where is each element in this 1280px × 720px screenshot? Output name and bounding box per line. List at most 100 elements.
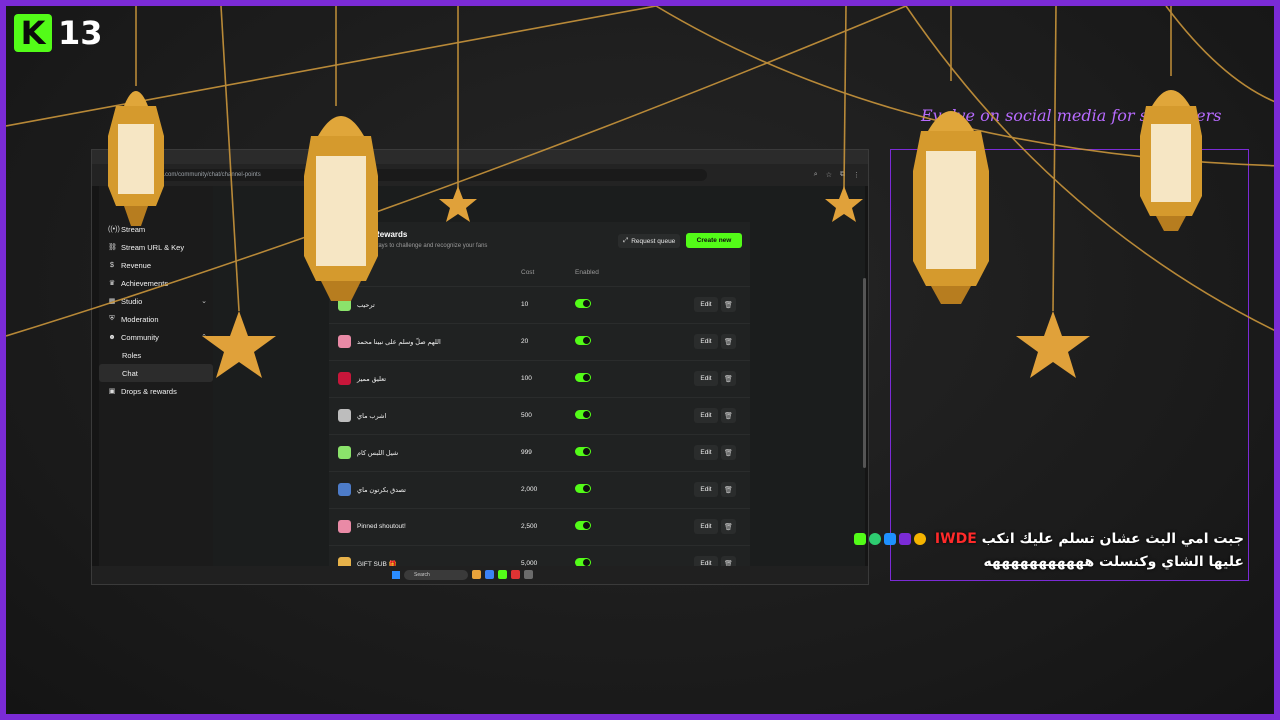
reward-icon bbox=[338, 409, 351, 422]
trash-icon[interactable]: 🗑 bbox=[721, 482, 736, 497]
sidebar-item-drops-rewards[interactable]: ▣ Drops & rewards bbox=[99, 382, 213, 400]
table-row: اللهم صلّ وسلم على نبينا محمد 20 Edit 🗑 bbox=[329, 323, 750, 361]
reward-icon bbox=[338, 335, 351, 348]
table-row: تعليق مميز 100 Edit 🗑 bbox=[329, 360, 750, 398]
app-icon[interactable] bbox=[472, 570, 481, 579]
alert-line-2: عليها الشاي وكنسلت هههههههههههه bbox=[983, 554, 1244, 570]
sidebar-item-studio[interactable]: ▦ Studio ⌄ bbox=[99, 292, 213, 310]
sidebar-item-moderation[interactable]: ⛨ Moderation bbox=[99, 310, 213, 328]
zoom-icon[interactable]: ⌕ bbox=[814, 171, 818, 179]
app-icon[interactable] bbox=[498, 570, 507, 579]
sidebar-item-label: Achievements bbox=[121, 278, 169, 288]
sidebar-item-stream-url-key[interactable]: ⛓ Stream URL & Key bbox=[99, 238, 213, 256]
enabled-toggle[interactable] bbox=[575, 447, 591, 456]
sidebar-item-chat[interactable]: Chat bbox=[99, 364, 213, 382]
hanging-string bbox=[655, 6, 1274, 167]
app-icon[interactable] bbox=[511, 570, 520, 579]
verified-badge-icon bbox=[869, 533, 882, 545]
users-icon: ☻ bbox=[108, 333, 116, 341]
sidebar-item-community[interactable]: ☻ Community ⌃ bbox=[99, 328, 213, 346]
kick-badge-icon bbox=[854, 533, 867, 545]
page-subtitle: ways to challenge and recognize your fan… bbox=[374, 243, 488, 249]
column-header-enabled: Enabled bbox=[575, 269, 599, 276]
request-queue-button[interactable]: ⤢ Request queue bbox=[618, 234, 681, 248]
sidebar-item-label: Stream URL & Key bbox=[121, 242, 185, 252]
badge-number: 13 bbox=[58, 14, 103, 52]
table-row: اشرب ماي 500 Edit 🗑 bbox=[329, 397, 750, 435]
reward-icon bbox=[338, 520, 351, 533]
chevron-down-icon: ⌄ bbox=[201, 298, 207, 305]
edit-button[interactable]: Edit bbox=[694, 482, 718, 497]
trash-icon[interactable]: 🗑 bbox=[721, 297, 736, 312]
browser-menu-icon[interactable]: ⋮ bbox=[853, 171, 860, 179]
reward-icon bbox=[338, 298, 351, 311]
edit-button[interactable]: Edit bbox=[694, 519, 718, 534]
scrollbar[interactable] bbox=[863, 278, 866, 468]
enabled-toggle[interactable] bbox=[575, 373, 591, 382]
trash-icon[interactable]: 🗑 bbox=[721, 408, 736, 423]
app-icon[interactable] bbox=[485, 570, 494, 579]
reward-cost: 999 bbox=[521, 449, 532, 456]
reward-name: Pinned shoutout! bbox=[357, 523, 406, 530]
user-badges bbox=[854, 533, 927, 545]
stream-overlay-frame: K 13 Evolve on social media for streamer… bbox=[0, 0, 1280, 720]
trash-icon[interactable]: 🗑 bbox=[721, 519, 736, 534]
hanging-string bbox=[1165, 6, 1274, 103]
trash-icon[interactable]: 🗑 bbox=[721, 334, 736, 349]
gift-icon: ▣ bbox=[108, 388, 116, 395]
address-bar[interactable]: kick.com/community/chat/channel-points bbox=[147, 169, 707, 181]
webcam-frame bbox=[890, 149, 1249, 581]
taskbar-apps bbox=[472, 570, 533, 579]
enabled-toggle[interactable] bbox=[575, 299, 591, 308]
table-row: ترحيب 10 Edit 🗑 bbox=[329, 286, 750, 324]
edit-button[interactable]: Edit bbox=[694, 297, 718, 312]
create-new-button[interactable]: Create new bbox=[686, 233, 742, 248]
sidebar-item-revenue[interactable]: $ Revenue bbox=[99, 256, 213, 274]
broadcast-icon: ((•)) bbox=[108, 225, 120, 233]
chevron-up-icon: ⌃ bbox=[201, 334, 207, 341]
reward-icon bbox=[338, 483, 351, 496]
sidebar-item-roles[interactable]: Roles bbox=[99, 346, 213, 364]
sidebar-item-achievements[interactable]: ♛ Achievements bbox=[99, 274, 213, 292]
screen-capture: kick.com/community/chat/channel-points ⌕… bbox=[91, 149, 869, 585]
reward-name: اللهم صلّ وسلم على نبينا محمد bbox=[357, 339, 441, 346]
windows-start-icon[interactable] bbox=[392, 571, 400, 579]
sidebar-item-label: Community bbox=[121, 332, 159, 342]
kick-logo-icon: K bbox=[14, 14, 52, 52]
sidebar-item-label: Moderation bbox=[121, 314, 159, 324]
reward-name: ترحيب bbox=[357, 302, 375, 309]
app-icon[interactable] bbox=[524, 570, 533, 579]
edit-button[interactable]: Edit bbox=[694, 445, 718, 460]
sidebar-item-label: Revenue bbox=[121, 260, 152, 270]
request-queue-label: Request queue bbox=[631, 237, 676, 245]
taskbar-search[interactable]: Search bbox=[404, 570, 468, 580]
trash-icon[interactable]: 🗑 bbox=[721, 445, 736, 460]
sidebar-nav: ((•)) Stream ⛓ Stream URL & Key $ Revenu… bbox=[99, 220, 213, 400]
sidebar-item-stream[interactable]: ((•)) Stream bbox=[99, 220, 213, 238]
column-header-cost: Cost bbox=[521, 269, 535, 276]
link-icon: ⛓ bbox=[108, 244, 117, 251]
extensions-icon[interactable]: ⧉ bbox=[840, 171, 845, 179]
founder-badge-icon bbox=[914, 533, 927, 545]
enabled-toggle[interactable] bbox=[575, 521, 591, 530]
reward-icon bbox=[338, 372, 351, 385]
enabled-toggle[interactable] bbox=[575, 336, 591, 345]
create-new-label: Create new bbox=[696, 237, 732, 244]
enabled-toggle[interactable] bbox=[575, 410, 591, 419]
reward-name: شيل اللبس كام bbox=[357, 450, 399, 457]
bookmark-star-icon[interactable]: ☆ bbox=[826, 171, 832, 179]
page-title: Rewards bbox=[374, 230, 408, 239]
edit-button[interactable]: Edit bbox=[694, 408, 718, 423]
enabled-toggle[interactable] bbox=[575, 484, 591, 493]
trash-icon[interactable]: 🗑 bbox=[721, 371, 736, 386]
sidebar-item-label: Drops & rewards bbox=[121, 386, 177, 396]
table-row: Pinned shoutout! 2,500 Edit 🗑 bbox=[329, 508, 750, 546]
edit-button[interactable]: Edit bbox=[694, 371, 718, 386]
overlay-tagline: Evolve on social media for streamers bbox=[921, 106, 1222, 125]
reward-cost: 2,000 bbox=[521, 486, 538, 493]
edit-button[interactable]: Edit bbox=[694, 334, 718, 349]
reward-cost: 10 bbox=[521, 301, 529, 308]
alert-username: IWDE bbox=[934, 531, 977, 547]
alert-message-1: جبت امي البث عشان تسلم عليك انكب bbox=[981, 531, 1244, 547]
table-header: Cost Enabled bbox=[329, 269, 750, 283]
